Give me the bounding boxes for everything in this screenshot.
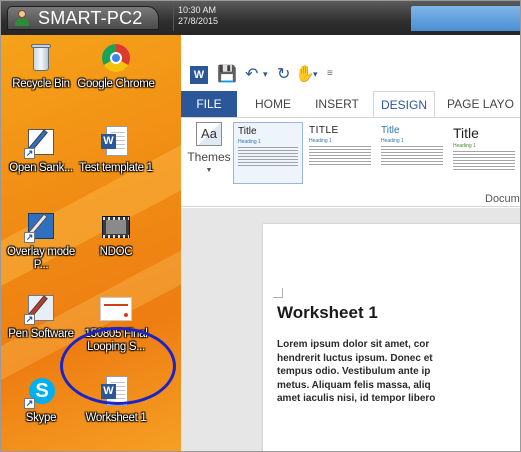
desktop-icon-label: Test template 1 xyxy=(79,162,153,174)
pen-tool-icon: ↗ xyxy=(24,291,58,325)
desktop-icon-label: Overlay mode P... xyxy=(7,246,75,271)
style-heading: Heading 1 xyxy=(238,139,261,145)
desktop-icon-label: Skype xyxy=(25,412,57,424)
desktop-icon-test-template[interactable]: W Test template 1 xyxy=(76,125,156,175)
style-gallery-item[interactable]: Title Heading 1 xyxy=(449,122,519,184)
desktop-icon-label: Google Chrome xyxy=(77,78,155,90)
desktop-icon-label: Pen Software xyxy=(8,328,74,340)
desktop-icon-open-sankore[interactable]: ↗ Open Sank... xyxy=(1,125,81,175)
chrome-icon xyxy=(99,41,133,75)
tab-file[interactable]: FILE xyxy=(181,91,237,118)
highlight-circle xyxy=(60,327,176,405)
style-title: Title xyxy=(238,126,257,137)
desktop-icon-pen-software[interactable]: ↗ Pen Software xyxy=(1,291,81,341)
user-icon xyxy=(14,10,30,26)
desktop-icon-google-chrome[interactable]: Google Chrome xyxy=(76,41,156,91)
clock-date: 27/8/2015 xyxy=(178,16,219,26)
film-icon xyxy=(99,209,133,243)
taskbar-window-button[interactable] xyxy=(411,6,520,31)
undo-dropdown-icon[interactable]: ▾ xyxy=(263,69,268,80)
save-icon[interactable]: 💾 xyxy=(217,64,237,84)
quick-access-toolbar: W 💾 ↶ ▾ ↻ ✋ ▾ ≡ xyxy=(181,58,520,91)
themes-label: Themes xyxy=(187,150,231,164)
touch-dropdown-icon[interactable]: ▾ xyxy=(313,69,318,80)
body-line: metus. Aliquam felis massa, aliq xyxy=(277,379,431,391)
body-line: amet iaculis nisi, id tempor libero xyxy=(277,393,436,404)
style-title: Title xyxy=(453,125,479,141)
word-document-icon: W xyxy=(99,125,133,159)
desktop-icon-ndoc[interactable]: NDOC xyxy=(76,209,156,259)
document-formatting-group-label: Docum xyxy=(485,193,520,205)
recycle-bin-icon xyxy=(24,41,58,75)
style-title: TITLE xyxy=(309,125,339,136)
tab-home[interactable]: HOME xyxy=(245,91,301,118)
desktop-icon-overlay-mode[interactable]: ↗ Overlay mode P... xyxy=(1,209,81,272)
customize-qat-icon[interactable]: ≡ xyxy=(327,68,333,79)
desktop-icon-label: Worksheet 1 xyxy=(85,412,147,424)
ribbon-tabs: FILE HOME INSERT DESIGN PAGE LAYO xyxy=(181,91,520,118)
document-title: Worksheet 1 xyxy=(277,303,378,322)
themes-icon: Aa xyxy=(196,122,222,146)
shortcut-tool-icon: ↗ xyxy=(24,209,58,243)
body-line: tempus odio. Vestibulum ante ip xyxy=(277,366,431,377)
presentation-icon xyxy=(99,291,133,325)
style-gallery-item[interactable]: Title Heading 1 xyxy=(377,122,447,184)
style-title: Title xyxy=(381,125,400,136)
style-text-preview xyxy=(381,146,443,166)
tab-design[interactable]: DESIGN xyxy=(373,91,435,118)
touch-mode-icon[interactable]: ✋ xyxy=(295,64,315,84)
style-gallery-item[interactable]: TITLE Heading 1 xyxy=(305,122,375,184)
desktop-icon-label: Recycle Bin xyxy=(12,78,70,90)
style-gallery-item[interactable]: Title Heading 1 xyxy=(233,122,303,184)
redo-icon[interactable]: ↻ xyxy=(277,64,290,84)
style-text-preview xyxy=(309,146,371,166)
style-heading: Heading 1 xyxy=(453,143,476,149)
machine-tab[interactable]: SMART-PC2 xyxy=(7,6,159,30)
shortcut-tool-icon: ↗ xyxy=(24,125,58,159)
desktop-icon-label: NDOC xyxy=(99,246,133,258)
page-margin-marker xyxy=(273,288,283,298)
themes-button[interactable]: Aa Themes ▼ xyxy=(187,122,231,174)
desktop-icon-recycle-bin[interactable]: Recycle Bin xyxy=(1,41,81,91)
body-line: hendrerit luctus ipsum. Donec et xyxy=(277,352,433,364)
tab-page-layout[interactable]: PAGE LAYO xyxy=(447,91,520,118)
clock: 10:30 AM 27/8/2015 xyxy=(173,5,247,31)
skype-icon: S ↗ xyxy=(24,375,58,409)
chevron-down-icon: ▼ xyxy=(205,167,213,174)
screenshot-frame: SMART-PC2 10:30 AM 27/8/2015 Recycle Bin… xyxy=(0,0,521,452)
word-logo-icon: W xyxy=(190,66,208,84)
word-window: W 💾 ↶ ▾ ↻ ✋ ▾ ≡ FILE HOME INSERT DESIGN … xyxy=(181,58,520,451)
desktop-icon-label: Open Sank... xyxy=(9,162,73,174)
style-heading: Heading 1 xyxy=(309,138,332,144)
top-taskbar: SMART-PC2 10:30 AM 27/8/2015 xyxy=(1,1,520,35)
style-text-preview xyxy=(453,151,515,171)
document-body: Lorem ipsum dolor sit amet, cor hendreri… xyxy=(277,338,447,406)
style-text-preview xyxy=(238,147,298,167)
body-line: Lorem ipsum dolor sit amet, cor xyxy=(277,339,430,350)
undo-icon[interactable]: ↶ xyxy=(245,64,258,84)
machine-name: SMART-PC2 xyxy=(38,7,143,28)
style-heading: Heading 1 xyxy=(381,138,404,144)
tab-insert[interactable]: INSERT xyxy=(309,91,365,118)
ribbon-design: Aa Themes ▼ Title Heading 1 TITLE Headin… xyxy=(181,117,520,207)
document-canvas: Worksheet 1 Lorem ipsum dolor sit amet, … xyxy=(181,208,520,451)
clock-time: 10:30 AM xyxy=(178,5,217,15)
